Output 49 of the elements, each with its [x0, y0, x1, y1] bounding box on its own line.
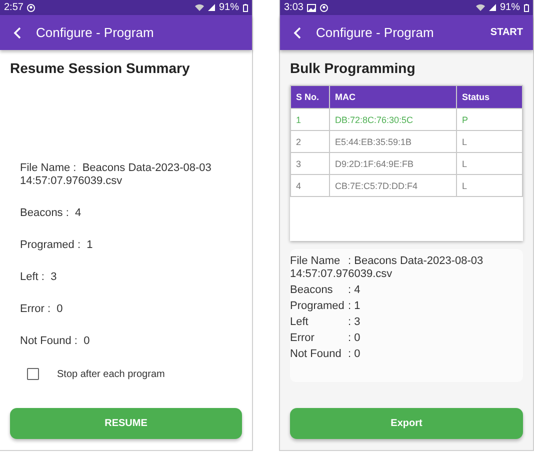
summary-line: Beacons : 4 — [20, 207, 82, 220]
column-header: Status — [456, 86, 522, 108]
start-button[interactable]: START — [488, 23, 525, 42]
table-cell: CB:7E:C5:7D:DD:F4 — [330, 174, 456, 196]
column-header: S No. — [290, 86, 330, 108]
table-cell: DB:72:8C:76:30:5C — [330, 108, 456, 130]
summary-line: Programed : 1 — [20, 239, 94, 252]
table-cell: L — [456, 152, 522, 174]
summary-line: Left : 3 — [20, 271, 58, 284]
table-cell: 3 — [290, 152, 330, 174]
image-icon — [307, 4, 316, 12]
battery-icon — [524, 4, 529, 12]
app-bar-title: Configure - Program — [316, 25, 435, 40]
summary-line: Error : 0 — [20, 303, 64, 316]
signal-icon — [488, 4, 496, 11]
table-cell: L — [456, 174, 522, 196]
summary-line: File Name : Beacons Data-2023-08-03 14:57:07.976039.csv — [20, 162, 212, 188]
account-icon — [27, 4, 36, 12]
table-cell: D9:2D:1F:64:9E:FB — [330, 152, 456, 174]
summary-line: Not Found : 0 — [20, 335, 91, 348]
clock-time: 3:03 — [284, 2, 304, 13]
summary-line: Programed : 1 — [290, 300, 362, 313]
table-cell: 4 — [290, 174, 330, 196]
summary-line: Beacons : 4 — [290, 284, 362, 297]
signal-icon — [208, 4, 215, 11]
table-cell: 1 — [290, 108, 330, 130]
export-button[interactable]: Export — [290, 408, 523, 439]
page-heading: Bulk Programming — [289, 59, 416, 76]
summary-line: Left : 3 — [290, 316, 362, 329]
checkbox[interactable] — [27, 368, 39, 380]
battery-percent: 91% — [500, 2, 520, 13]
summary-line: Error : 0 — [290, 332, 362, 345]
table-cell: E5:44:EB:35:59:1B — [330, 130, 456, 152]
account-icon — [320, 4, 328, 12]
page-heading: Resume Session Summary — [9, 59, 191, 76]
app-bar-title: Configure - Program — [36, 25, 155, 40]
summary-line: Not Found : 0 — [290, 348, 362, 361]
table-cell: P — [456, 108, 522, 130]
battery-percent: 91% — [218, 2, 239, 13]
table-cell: L — [456, 130, 522, 152]
resume-button[interactable]: RESUME — [10, 408, 242, 439]
column-header: MAC — [330, 86, 456, 108]
checkbox-label: Stop after each program — [57, 368, 165, 380]
clock-time: 2:57 — [4, 2, 24, 13]
wifi-icon — [476, 4, 485, 11]
wifi-icon — [194, 4, 204, 11]
battery-icon — [243, 4, 248, 12]
table-cell: 2 — [290, 130, 330, 152]
summary-line: File Name : Beacons Data-2023-08-03 14:57:07.976039.csv — [290, 255, 484, 281]
